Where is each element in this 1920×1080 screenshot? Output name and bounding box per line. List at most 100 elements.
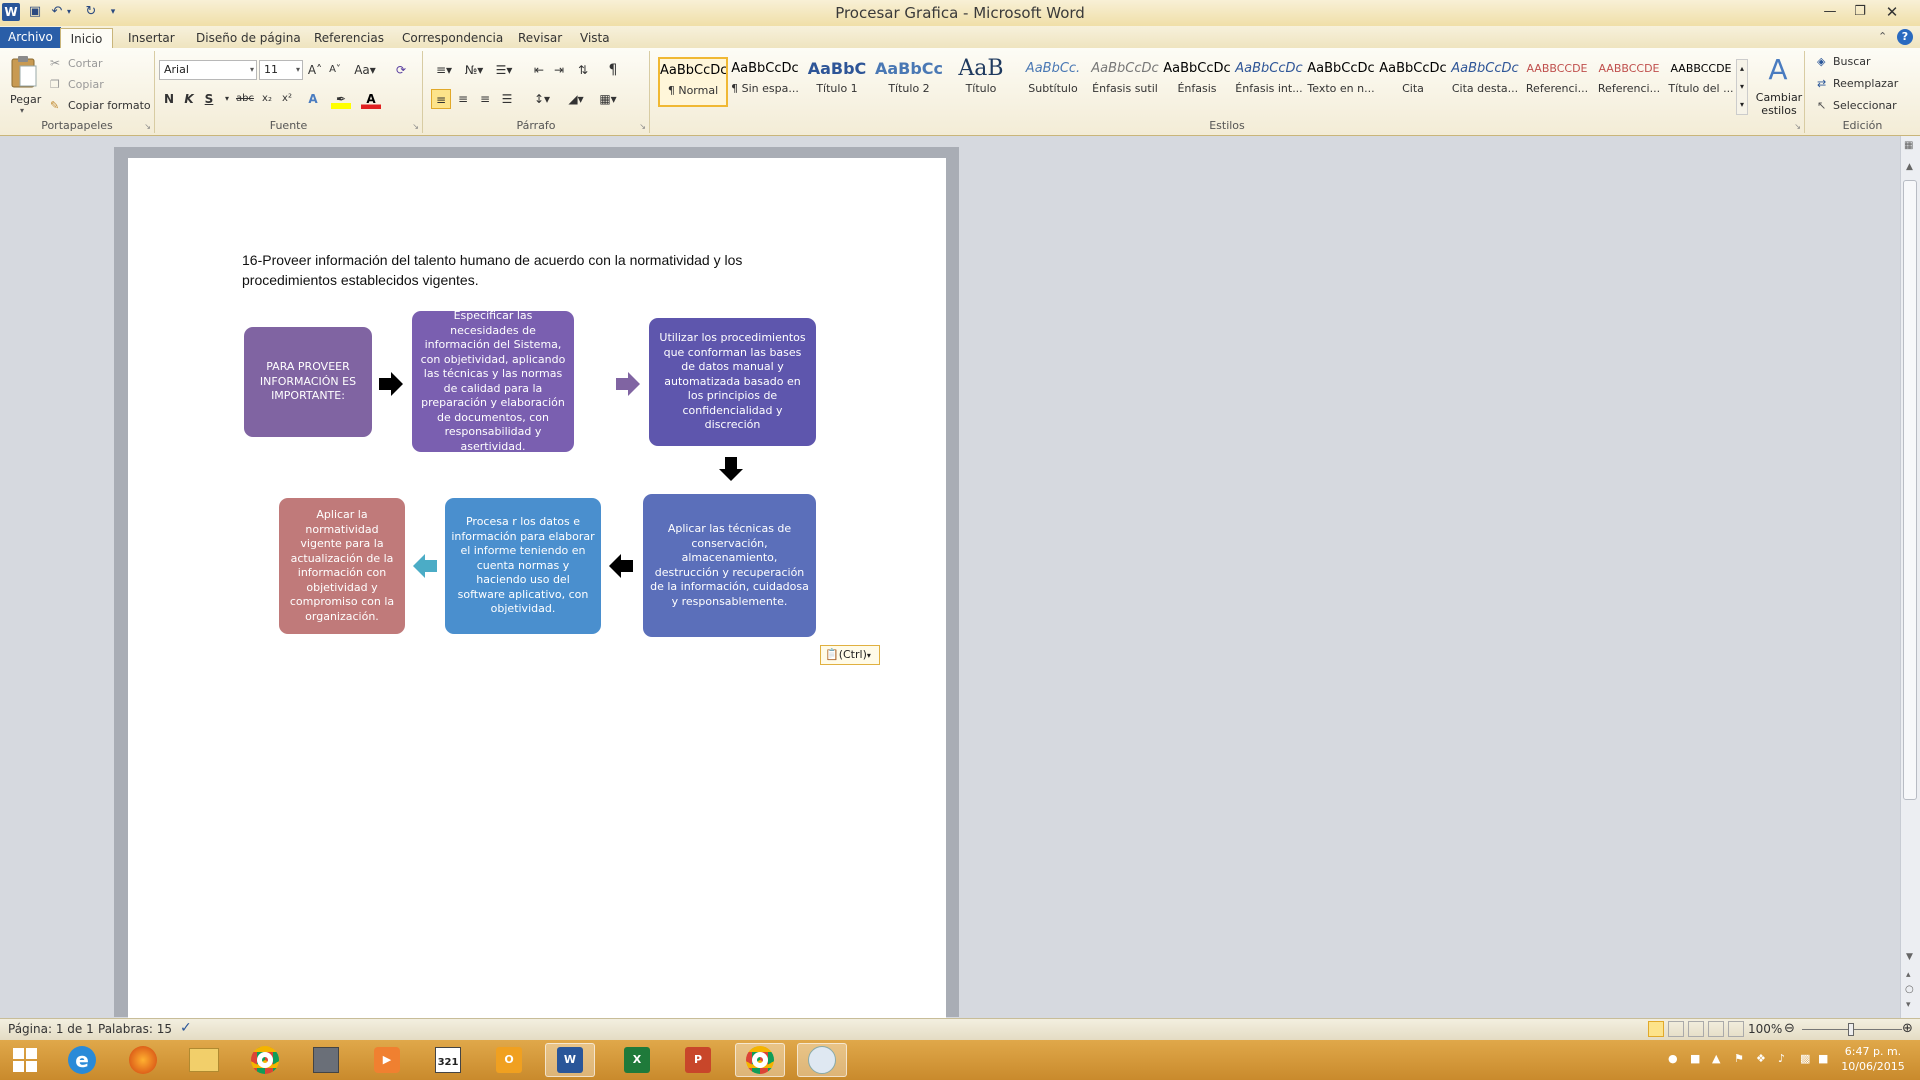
flow-box-5[interactable]: Procesa r los datos e información para e… (445, 498, 601, 634)
font-color-icon[interactable]: A (361, 89, 381, 109)
tab-revisar[interactable]: Revisar (512, 28, 568, 48)
font-size-combo[interactable]: 11 ▾ (259, 60, 303, 80)
system-clock[interactable]: 6:47 p. m. 10/06/2015 (1838, 1044, 1908, 1074)
taskbar-media-player[interactable]: ▶ (362, 1043, 412, 1077)
bullets-icon[interactable]: ≡▾ (431, 60, 457, 80)
flow-box-6[interactable]: Aplicar la normatividad vigente para la … (279, 498, 405, 634)
tab-correspondencia[interactable]: Correspondencia (396, 28, 509, 48)
redo-icon[interactable]: ↻ (82, 3, 100, 21)
undo-dropdown-icon[interactable]: ▾ (60, 3, 78, 21)
paste-options-button[interactable]: 📋(Ctrl)▾ (820, 645, 880, 665)
zoom-level[interactable]: 100% (1748, 1022, 1782, 1036)
taskbar-calculator[interactable] (301, 1043, 351, 1077)
find-button[interactable]: Buscar (1833, 53, 1871, 71)
tab-diseno-pagina[interactable]: Diseño de página (190, 28, 307, 48)
clear-format-icon[interactable]: ⟳ (391, 60, 411, 80)
tab-inicio[interactable]: Inicio (60, 28, 113, 49)
underline-button[interactable]: S (199, 89, 219, 109)
bold-button[interactable]: N (159, 89, 179, 109)
zoom-out-icon[interactable]: ⊖ (1784, 1021, 1795, 1036)
save-icon[interactable]: ▣ (26, 3, 44, 21)
style-tile[interactable]: AaBbCcDc Énfasis (1162, 57, 1232, 107)
dialog-launcher-icon[interactable]: ↘ (639, 122, 646, 131)
dialog-launcher-icon[interactable]: ↘ (1794, 122, 1801, 131)
style-tile[interactable]: AaBbCcDc ¶ Sin espa... (730, 57, 800, 107)
replace-button[interactable]: Reemplazar (1833, 75, 1898, 93)
security-icon[interactable]: ▲ (1712, 1052, 1720, 1065)
change-styles-button[interactable]: Cambiar estilos (1754, 91, 1804, 117)
style-tile[interactable]: AaBbCc. Subtítulo (1018, 57, 1088, 107)
text-effects-icon[interactable]: A (303, 89, 323, 109)
underline-dropdown-icon[interactable]: ▾ (217, 89, 237, 109)
align-center-icon[interactable]: ≡ (453, 89, 473, 109)
change-styles-icon[interactable]: A (1756, 53, 1800, 87)
taskbar-paint[interactable] (797, 1043, 847, 1077)
browse-object-icon[interactable]: ○ (1905, 984, 1914, 995)
align-right-icon[interactable]: ≡ (475, 89, 495, 109)
taskbar-chrome-window[interactable] (735, 1043, 785, 1077)
style-tile[interactable]: AABBCCDE Referenci... (1594, 57, 1664, 107)
minimize-icon[interactable]: — (1818, 2, 1842, 22)
borders-icon[interactable]: ▦▾ (595, 89, 621, 109)
taskbar-word[interactable]: W (545, 1043, 595, 1077)
taskbar-powerpoint[interactable]: P (673, 1043, 723, 1077)
style-tile[interactable]: AaBbCc Título 2 (874, 57, 944, 107)
paste-dropdown-icon[interactable]: ▾ (20, 106, 24, 115)
decrease-indent-icon[interactable]: ⇤ (529, 60, 549, 80)
tab-insertar[interactable]: Insertar (122, 28, 181, 48)
flow-box-1[interactable]: PARA PROVEER INFORMACIÓN ES IMPORTANTE: (244, 327, 372, 437)
style-tile[interactable]: AABBCCDE Título del ... (1666, 57, 1736, 107)
customize-qat-icon[interactable]: ▾ (104, 3, 122, 21)
tab-archivo[interactable]: Archivo (0, 27, 61, 48)
draft-view-icon[interactable] (1728, 1021, 1744, 1037)
scrollbar-thumb[interactable] (1903, 180, 1917, 800)
word-app-icon[interactable]: W (2, 3, 20, 21)
network-icon[interactable]: ■ (1690, 1052, 1700, 1065)
help-icon[interactable]: ? (1897, 29, 1913, 45)
scroll-down-icon[interactable]: ▼ (1906, 952, 1913, 962)
shrink-font-icon[interactable]: A˅ (325, 60, 345, 80)
zoom-slider-handle[interactable] (1848, 1023, 1854, 1036)
style-tile[interactable]: AaBbCcDc Énfasis sutil (1090, 57, 1160, 107)
multilevel-list-icon[interactable]: ☰▾ (491, 60, 517, 80)
restore-icon[interactable]: ❐ (1848, 2, 1872, 22)
proofing-icon[interactable]: ✓ (180, 1020, 192, 1036)
sort-icon[interactable]: ⇅ (573, 60, 593, 80)
zoom-in-icon[interactable]: ⊕ (1902, 1021, 1913, 1036)
dialog-launcher-icon[interactable]: ↘ (144, 122, 151, 131)
web-layout-icon[interactable] (1688, 1021, 1704, 1037)
strikethrough-icon[interactable]: abc (235, 89, 255, 109)
print-layout-icon[interactable] (1648, 1021, 1664, 1037)
copy-button[interactable]: Copiar (68, 76, 104, 94)
italic-button[interactable]: K (179, 89, 199, 109)
justify-icon[interactable]: ☰ (497, 89, 517, 109)
taskbar-internet-explorer[interactable]: e (57, 1043, 107, 1077)
style-tile[interactable]: AaBbCcDc Énfasis int... (1234, 57, 1304, 107)
outline-view-icon[interactable] (1708, 1021, 1724, 1037)
scroll-up-icon[interactable]: ▲ (1906, 162, 1913, 172)
signal-icon[interactable]: ▩ (1800, 1052, 1810, 1065)
paste-button[interactable]: Pegar (10, 91, 41, 109)
tab-vista[interactable]: Vista (574, 28, 616, 48)
format-painter-button[interactable]: Copiar formato (68, 97, 151, 115)
flow-box-2[interactable]: Especificar las necesidades de informaci… (412, 309, 574, 453)
grow-font-icon[interactable]: A˄ (305, 60, 325, 80)
flow-box-4[interactable]: Aplicar las técnicas de conservación, al… (643, 494, 816, 637)
highlight-icon[interactable]: ✒ (331, 89, 351, 109)
font-family-combo[interactable]: Arial ▾ (159, 60, 257, 80)
shading-icon[interactable]: ◢▾ (563, 89, 589, 109)
taskbar-file-explorer[interactable] (179, 1043, 229, 1077)
taskbar-firefox[interactable] (118, 1043, 168, 1077)
taskbar-outlook[interactable]: O (484, 1043, 534, 1077)
flow-box-3[interactable]: Utilizar los procedimientos que conforma… (649, 318, 816, 446)
numbering-icon[interactable]: №▾ (461, 60, 487, 80)
superscript-icon[interactable]: x² (277, 89, 297, 109)
select-button[interactable]: Seleccionar (1833, 97, 1897, 115)
volume-icon[interactable]: ♪ (1778, 1052, 1785, 1065)
line-spacing-icon[interactable]: ↕▾ (529, 89, 555, 109)
taskbar-chrome[interactable] (240, 1043, 290, 1077)
start-button[interactable] (0, 1043, 50, 1077)
previous-page-icon[interactable]: ▴ (1906, 970, 1911, 980)
next-page-icon[interactable]: ▾ (1906, 1000, 1911, 1010)
ruler-toggle-icon[interactable]: ▦ (1904, 140, 1913, 151)
